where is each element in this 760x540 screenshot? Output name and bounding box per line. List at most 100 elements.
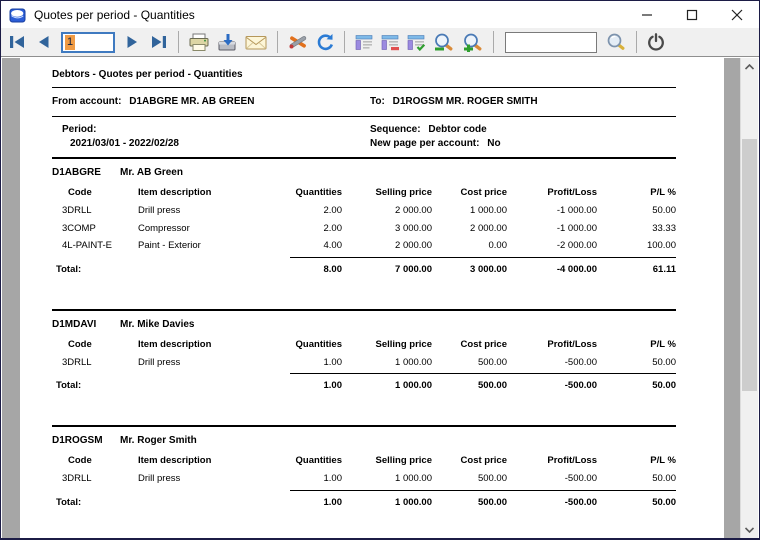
to-account-value: D1ROGSM MR. ROGER SMITH <box>392 96 538 107</box>
layout-accept-button[interactable] <box>404 30 428 54</box>
scrollbar-track[interactable] <box>741 75 758 521</box>
cell-plpct: 33.33 <box>652 222 676 234</box>
cell-qty: 1.00 <box>323 356 343 368</box>
col-cost: Cost price <box>460 187 507 198</box>
page-margin-right <box>724 58 740 538</box>
cell-code: 4L-PAINT-E <box>62 240 112 251</box>
total-rule <box>290 373 676 374</box>
cell-desc: Compressor <box>138 222 190 234</box>
col-cost: Cost price <box>460 455 507 466</box>
title-bar: Quotes per period - Quantities <box>1 1 759 28</box>
cell-cost: 2 000.00 <box>470 222 507 234</box>
layout-remove-button[interactable] <box>378 30 402 54</box>
col-desc: Item description <box>138 455 212 466</box>
cell-qty: 2.00 <box>323 205 343 216</box>
cell-pl: -500.00 <box>564 356 597 368</box>
rule <box>52 87 676 88</box>
account-name: Mr. AB Green <box>120 167 183 178</box>
section-total-row: Total: 1.00 1 000.00 500.00 -500.00 50.0… <box>52 380 676 391</box>
cell-selling: 1 000.00 <box>395 473 432 484</box>
search-button[interactable] <box>603 30 629 54</box>
scrollbar-thumb[interactable] <box>742 139 757 391</box>
account-code: D1ROGSM <box>52 435 103 446</box>
toolbar-separator <box>493 31 494 53</box>
col-plpct: P/L % <box>650 338 676 350</box>
print-button[interactable] <box>186 30 212 54</box>
email-button[interactable] <box>242 30 270 54</box>
period-label: Period: <box>62 124 97 135</box>
col-selling: Selling price <box>375 338 433 350</box>
total-selling: 1 000.00 <box>395 380 432 391</box>
last-page-button[interactable] <box>147 30 171 54</box>
page-number-value: 1 <box>65 34 76 50</box>
scroll-down-arrow-icon[interactable] <box>741 521 758 538</box>
cell-qty: 1.00 <box>323 473 343 484</box>
section-separator-rule <box>52 425 676 427</box>
newpage-value: No <box>487 137 501 149</box>
cell-selling: 1 000.00 <box>395 356 432 368</box>
column-header-row: Code Item description Quantities Selling… <box>52 187 676 198</box>
zoom-in-button[interactable] <box>459 30 486 54</box>
cell-code: 3DRLL <box>62 473 92 484</box>
col-selling: Selling price <box>375 187 433 198</box>
cell-cost: 500.00 <box>477 356 507 368</box>
scroll-up-arrow-icon[interactable] <box>741 58 758 75</box>
col-pl: Profit/Loss <box>547 455 597 466</box>
col-plpct: P/L % <box>650 187 676 198</box>
cell-pl: -1 000.00 <box>556 205 597 216</box>
refresh-button[interactable] <box>313 30 337 54</box>
cell-desc: Drill press <box>138 473 181 484</box>
cell-plpct: 100.00 <box>646 240 676 251</box>
total-label: Total: <box>56 380 82 391</box>
maximize-button[interactable] <box>669 1 714 28</box>
cell-desc: Drill press <box>138 356 181 368</box>
col-pl: Profit/Loss <box>547 187 597 198</box>
report-viewport: Debtors - Quotes per period - Quantities… <box>2 58 758 538</box>
total-label: Total: <box>56 263 82 275</box>
item-row: 3COMP Compressor 2.00 3 000.00 2 000.00 … <box>52 220 676 238</box>
report-page: Debtors - Quotes per period - Quantities… <box>20 58 724 538</box>
column-header-row: Code Item description Quantities Selling… <box>52 455 676 466</box>
power-button[interactable] <box>644 30 668 54</box>
next-page-button[interactable] <box>121 30 145 54</box>
caption-buttons <box>624 1 759 28</box>
cell-pl: -500.00 <box>564 473 597 484</box>
cell-qty: 4.00 <box>323 240 343 251</box>
column-header-row: Code Item description Quantities Selling… <box>52 339 676 350</box>
col-code: Code <box>68 187 92 198</box>
cell-cost: 0.00 <box>488 240 508 251</box>
account-code: D1ABGRE <box>52 167 101 178</box>
item-row: 3DRLL Drill press 1.00 1 000.00 500.00 -… <box>52 470 676 488</box>
total-rule <box>290 489 676 491</box>
col-code: Code <box>68 455 92 466</box>
minimize-button[interactable] <box>624 1 669 28</box>
tools-button[interactable] <box>285 30 311 54</box>
cell-selling: 3 000.00 <box>395 222 432 234</box>
first-page-button[interactable] <box>5 30 29 54</box>
vertical-scrollbar[interactable] <box>740 58 758 538</box>
cell-code: 3DRLL <box>62 205 92 216</box>
cell-plpct: 50.00 <box>652 205 676 216</box>
total-plpct: 61.11 <box>652 263 676 275</box>
account-section: D1MDAVI Mr. Mike Davies Code Item descri… <box>52 318 676 391</box>
cell-cost: 1 000.00 <box>470 205 507 216</box>
app-window: Quotes per period - Quantities 1 Debtors… <box>0 0 760 540</box>
cell-desc: Paint - Exterior <box>138 240 201 251</box>
search-input[interactable] <box>505 31 597 53</box>
layout-normal-button[interactable] <box>352 30 376 54</box>
previous-page-button[interactable] <box>31 30 55 54</box>
zoom-out-button[interactable] <box>430 30 457 54</box>
col-qty: Quantities <box>295 338 342 350</box>
toolbar-separator <box>277 31 278 53</box>
rule <box>52 116 676 117</box>
app-icon <box>9 7 26 23</box>
total-cost: 500.00 <box>477 496 507 508</box>
close-button[interactable] <box>714 1 759 28</box>
cell-desc: Drill press <box>138 205 181 216</box>
account-code: D1MDAVI <box>52 318 97 330</box>
col-selling: Selling price <box>375 455 433 466</box>
page-number-input[interactable]: 1 <box>61 31 115 53</box>
export-button[interactable] <box>214 30 240 54</box>
col-desc: Item description <box>138 187 212 198</box>
cell-code: 3DRLL <box>62 356 92 368</box>
